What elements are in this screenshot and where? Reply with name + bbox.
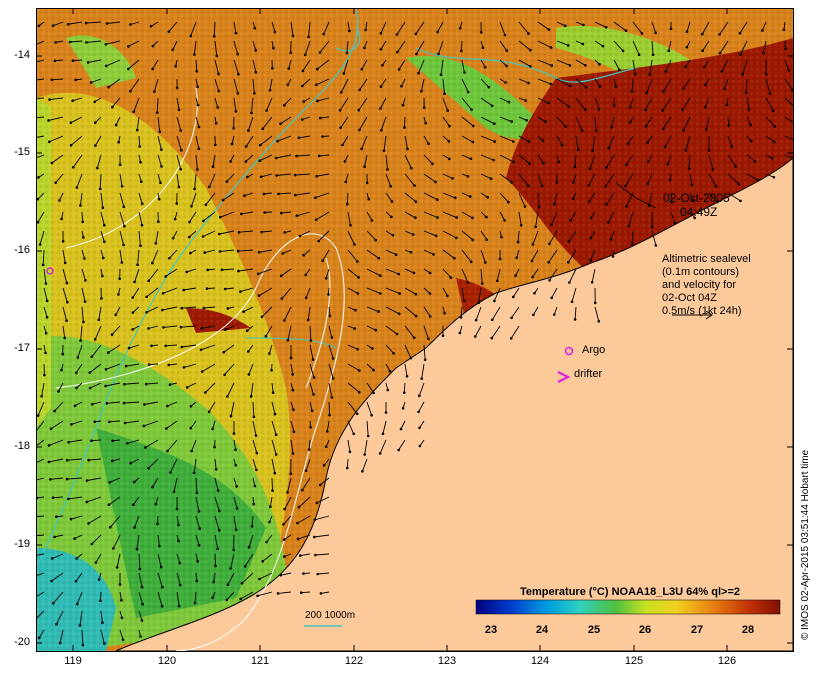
sealevel-legend: Altimetric sealevel (0.1m contours) and … xyxy=(662,253,751,317)
y-tick-label: -17 xyxy=(14,342,30,354)
x-tick-label: 121 xyxy=(250,655,270,667)
colorbar-tick: 24 xyxy=(535,624,549,636)
colorbar-title: Temperature (°C) NOAA18_L3U 64% ql>=2 xyxy=(520,586,740,598)
y-tick-label: -18 xyxy=(14,440,30,452)
axes-frame xyxy=(36,8,794,652)
x-tick-label: 120 xyxy=(157,655,177,667)
y-tick-label: -16 xyxy=(14,244,30,256)
colorbar-tick: 23 xyxy=(484,624,498,636)
y-tick-label: -15 xyxy=(14,146,30,158)
argo-label: Argo xyxy=(582,344,606,356)
x-tick-label: 119 xyxy=(64,655,82,667)
isobath-label: 200 1000m xyxy=(305,610,356,621)
colorbar-tick: 28 xyxy=(741,624,755,636)
x-tick-label: 123 xyxy=(437,655,457,667)
y-tick-label: -20 xyxy=(14,636,30,648)
y-tick-label: -14 xyxy=(14,49,30,61)
colorbar-tick: 27 xyxy=(690,624,704,636)
x-tick-label: 126 xyxy=(717,655,737,667)
drifter-label: drifter xyxy=(574,368,603,380)
y-tick-label: -19 xyxy=(14,538,30,550)
time-label: 04:49Z xyxy=(680,205,718,219)
colorbar-tick: 25 xyxy=(587,624,601,636)
date-label: 02-Oct-2005 xyxy=(663,191,730,205)
credit-text: © IMOS 02-Apr-2015 03:51:44 Hobart time xyxy=(800,449,811,640)
x-tick-label: 125 xyxy=(624,655,644,667)
x-tick-label: 124 xyxy=(530,655,550,667)
colorbar-tick: 26 xyxy=(638,624,652,636)
x-tick-label: 122 xyxy=(344,655,364,667)
